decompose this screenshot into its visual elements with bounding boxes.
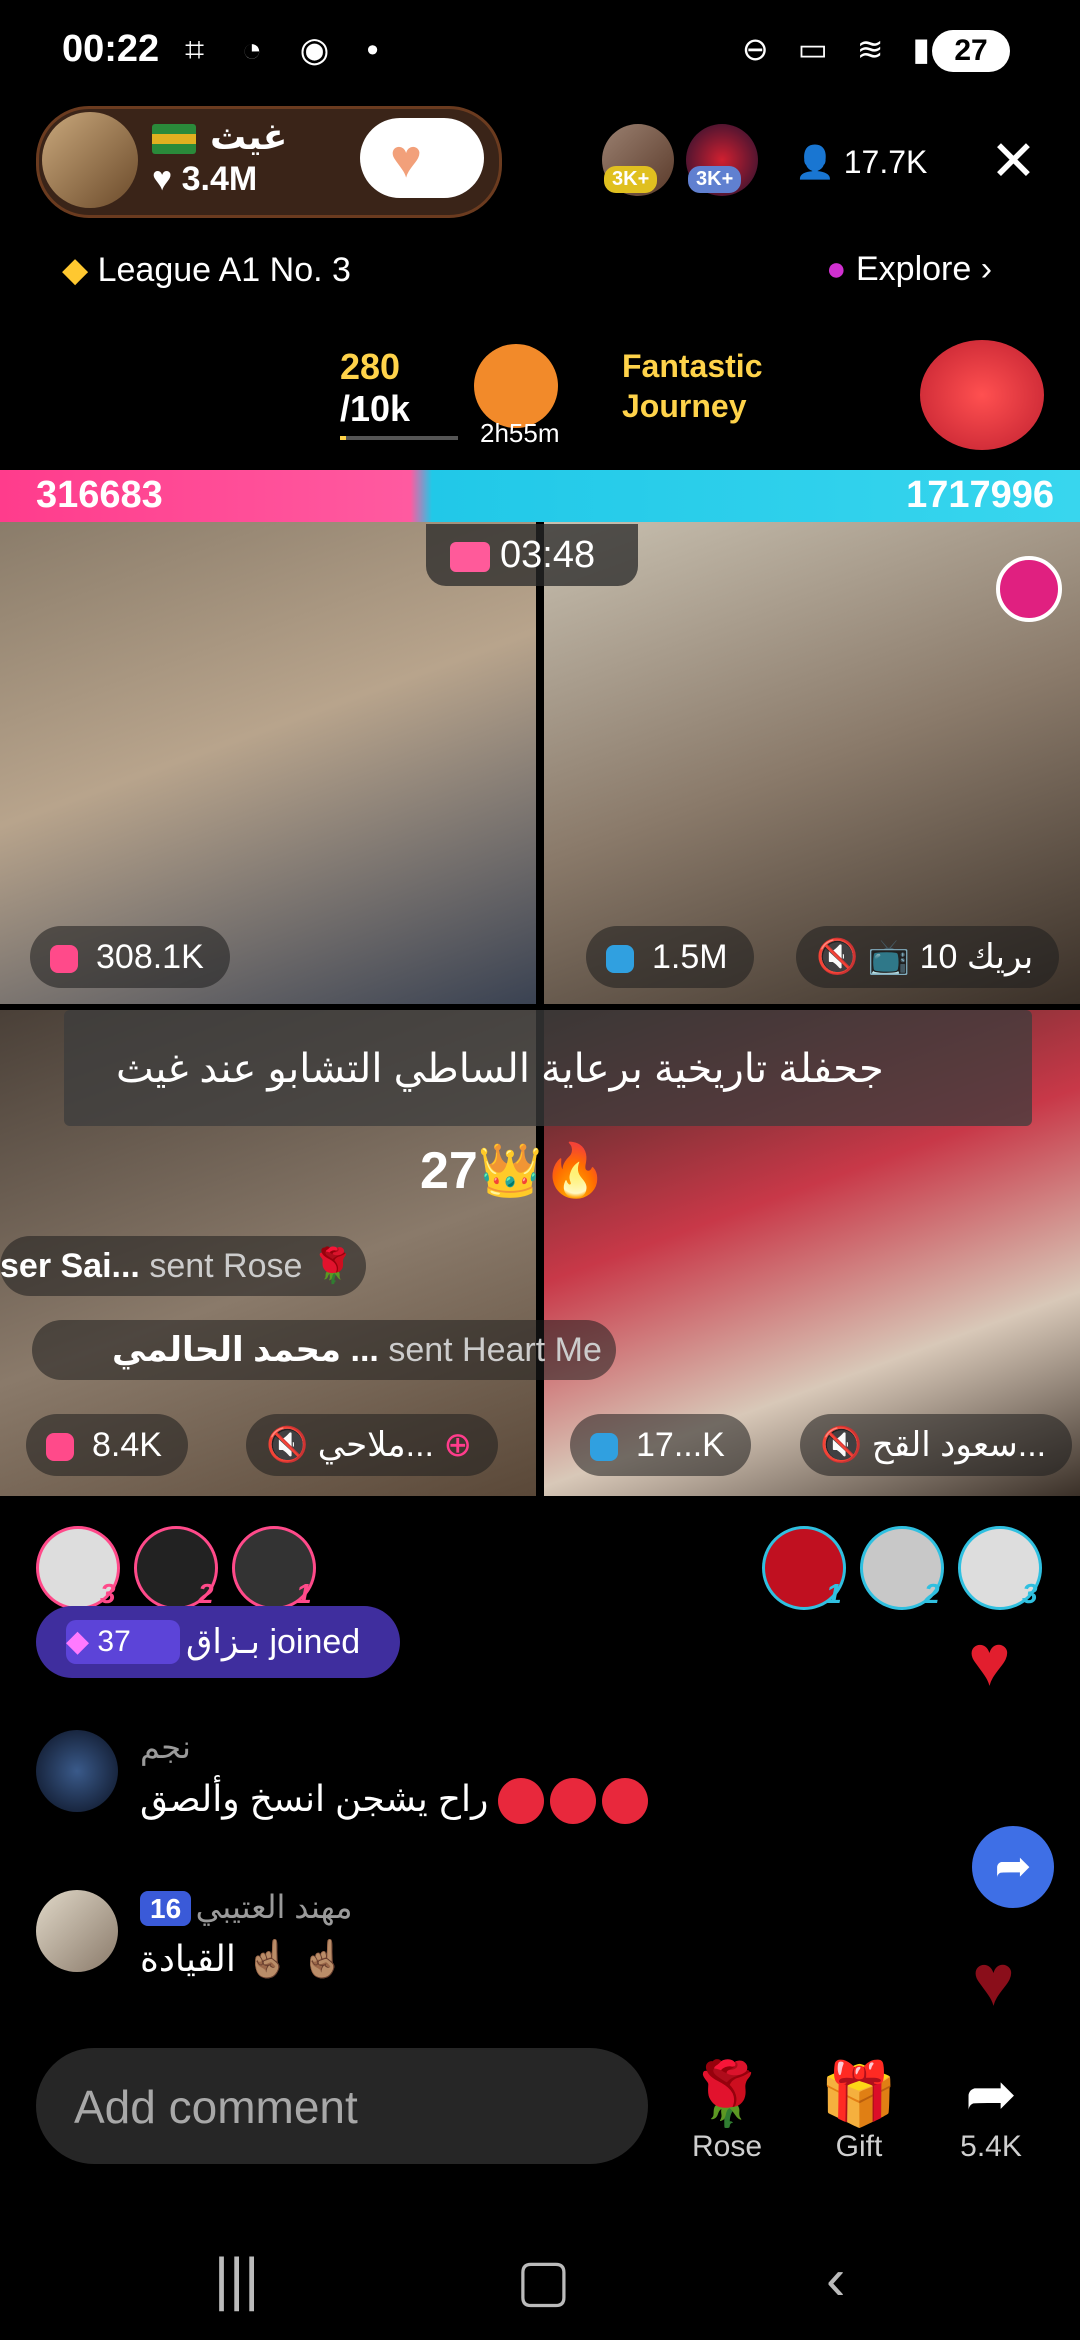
power-icon[interactable]	[996, 556, 1062, 622]
gift-button[interactable]: 🎁 Gift	[804, 2060, 914, 2164]
commenter-avatar[interactable]	[36, 1730, 118, 1812]
home-icon[interactable]: ▢	[516, 2246, 571, 2314]
share-arrow-icon: ➦	[965, 2060, 1017, 2129]
commenter-name[interactable]: نجم	[140, 1728, 191, 1766]
close-button[interactable]: ✕	[990, 128, 1037, 194]
timer-icon	[450, 541, 490, 572]
banner-text: جحفلة تاريخية برعاية الساطي التشابو عند …	[116, 1047, 884, 1091]
joined-text: بـزاق joined	[186, 1623, 361, 1661]
tile-likes: 1.5M	[586, 926, 754, 988]
crown-icon: 👑	[477, 1142, 543, 1200]
plus-circle-icon: ⊕	[443, 1426, 472, 1464]
commenter-header: 16 مهند العتيبي	[140, 1888, 353, 1926]
alarm-icon	[606, 945, 634, 974]
video-tile-1[interactable]: 308.1K	[0, 522, 536, 1004]
back-icon[interactable]: ‹	[826, 2246, 845, 2313]
host-name: غيث	[210, 116, 288, 157]
heart-icon: ♥	[152, 160, 182, 198]
alarm-icon	[50, 945, 78, 974]
video-tile-2[interactable]: 1.5M 🔇 📺 10 بريك	[544, 522, 1080, 1004]
commenter-name: مهند العتيبي	[195, 1889, 353, 1925]
joined-notice: ◆ 37 بـزاق joined	[36, 1606, 400, 1678]
mute-icon: 🔇	[816, 938, 868, 976]
tile-name-tag[interactable]: 🔇 ملاحي... ⊕	[246, 1414, 498, 1476]
gift-message: ser Sai... sent Rose 🌹	[0, 1236, 367, 1296]
gift-message: محمد الحالمي ... sent Heart Me	[32, 1320, 616, 1380]
event-progress-num: 280	[340, 346, 401, 387]
person-icon: 👤	[795, 144, 844, 180]
host-likes: ♥ 3.4M	[152, 160, 258, 198]
follow-button[interactable]: ♥	[360, 118, 484, 198]
comment-text: القيادة ☝🏽 ☝🏽	[140, 1938, 346, 1979]
tv-icon: 📺	[867, 938, 920, 976]
fire-icon: 🔥	[542, 1142, 608, 1200]
alarm-icon	[46, 1433, 74, 1462]
level-badge: 16	[140, 1891, 192, 1926]
explore-button[interactable]: ● Explore ›	[826, 250, 992, 289]
tile-name-tag[interactable]: 🔇 سعود القح...	[800, 1414, 1073, 1476]
fruit-mascot-icon[interactable]	[920, 340, 1044, 450]
status-time: 00:22	[62, 28, 160, 70]
comment-input[interactable]	[72, 2078, 616, 2136]
share-button[interactable]: ➦ 5.4K	[936, 2060, 1046, 2164]
viewer-badge: 3K+	[604, 166, 658, 193]
rose-icon: 🌹	[688, 2060, 766, 2129]
recent-apps-icon[interactable]: |||	[214, 2246, 259, 2313]
share-icon[interactable]: ➦	[972, 1826, 1054, 1908]
event-timer: 2h55m	[480, 418, 560, 448]
system-icons: ⊖ ▭ ≋ ▮	[741, 31, 940, 67]
alarm-icon	[590, 1433, 618, 1462]
gift-icon: 🎁	[820, 2060, 898, 2129]
mute-icon: 🔇	[266, 1426, 318, 1464]
league-label[interactable]: ◆ League A1 No. 3	[62, 250, 351, 290]
viewer-badge: 3K+	[688, 166, 742, 193]
event-progress[interactable]: 280 /10k	[340, 346, 458, 440]
host-avatar[interactable]	[42, 112, 138, 208]
floating-heart-icon: ♥	[968, 1621, 1011, 1701]
comment-text: راح يشجن انسخ وألصق	[140, 1778, 654, 1825]
event-progress-den: /10k	[340, 388, 411, 429]
left-team-score: 316683	[36, 474, 163, 516]
floating-heart-icon: ♥	[972, 1941, 1015, 2021]
tile-likes: 8.4K	[26, 1414, 188, 1476]
tile-name-tag[interactable]: 🔇 📺 10 بريك	[796, 926, 1060, 988]
system-nav-bar: ||| ▢ ‹	[0, 2220, 1080, 2340]
status-bar: 00:22 ⌗ ◔ ◉ • ⊖ ▭ ≋ ▮ 27	[0, 0, 1080, 100]
pumpkin-gift-icon	[474, 344, 558, 428]
crown-count: 27👑🔥	[420, 1142, 608, 1200]
viewer-count[interactable]: 👤 17.7K	[795, 143, 927, 181]
diamond-icon: ◆	[62, 251, 98, 289]
battery-indicator: 27	[932, 30, 1010, 72]
flag-icon	[152, 124, 196, 154]
notification-icons: ⌗ ◔ ◉ •	[185, 31, 393, 69]
level-badge: ◆ 37	[66, 1620, 180, 1664]
planet-icon: ●	[826, 250, 856, 288]
event-title[interactable]: Fantastic Journey	[622, 346, 762, 426]
heart-plus-icon: ♥	[390, 129, 423, 189]
diamond-icon: ◆	[66, 1625, 98, 1658]
tile-likes: 17...K	[570, 1414, 751, 1476]
tile-likes: 308.1K	[30, 926, 230, 988]
right-team-score: 1717996	[906, 474, 1054, 516]
comment-input-box[interactable]	[36, 2048, 648, 2164]
chevron-right-icon: ›	[971, 250, 993, 288]
battle-timer: 03:48	[426, 524, 638, 586]
rose-button[interactable]: 🌹 Rose	[672, 2060, 782, 2164]
rose-icon: 🌹	[311, 1247, 355, 1285]
commenter-avatar[interactable]	[36, 1890, 118, 1972]
mute-icon: 🔇	[820, 1426, 872, 1464]
